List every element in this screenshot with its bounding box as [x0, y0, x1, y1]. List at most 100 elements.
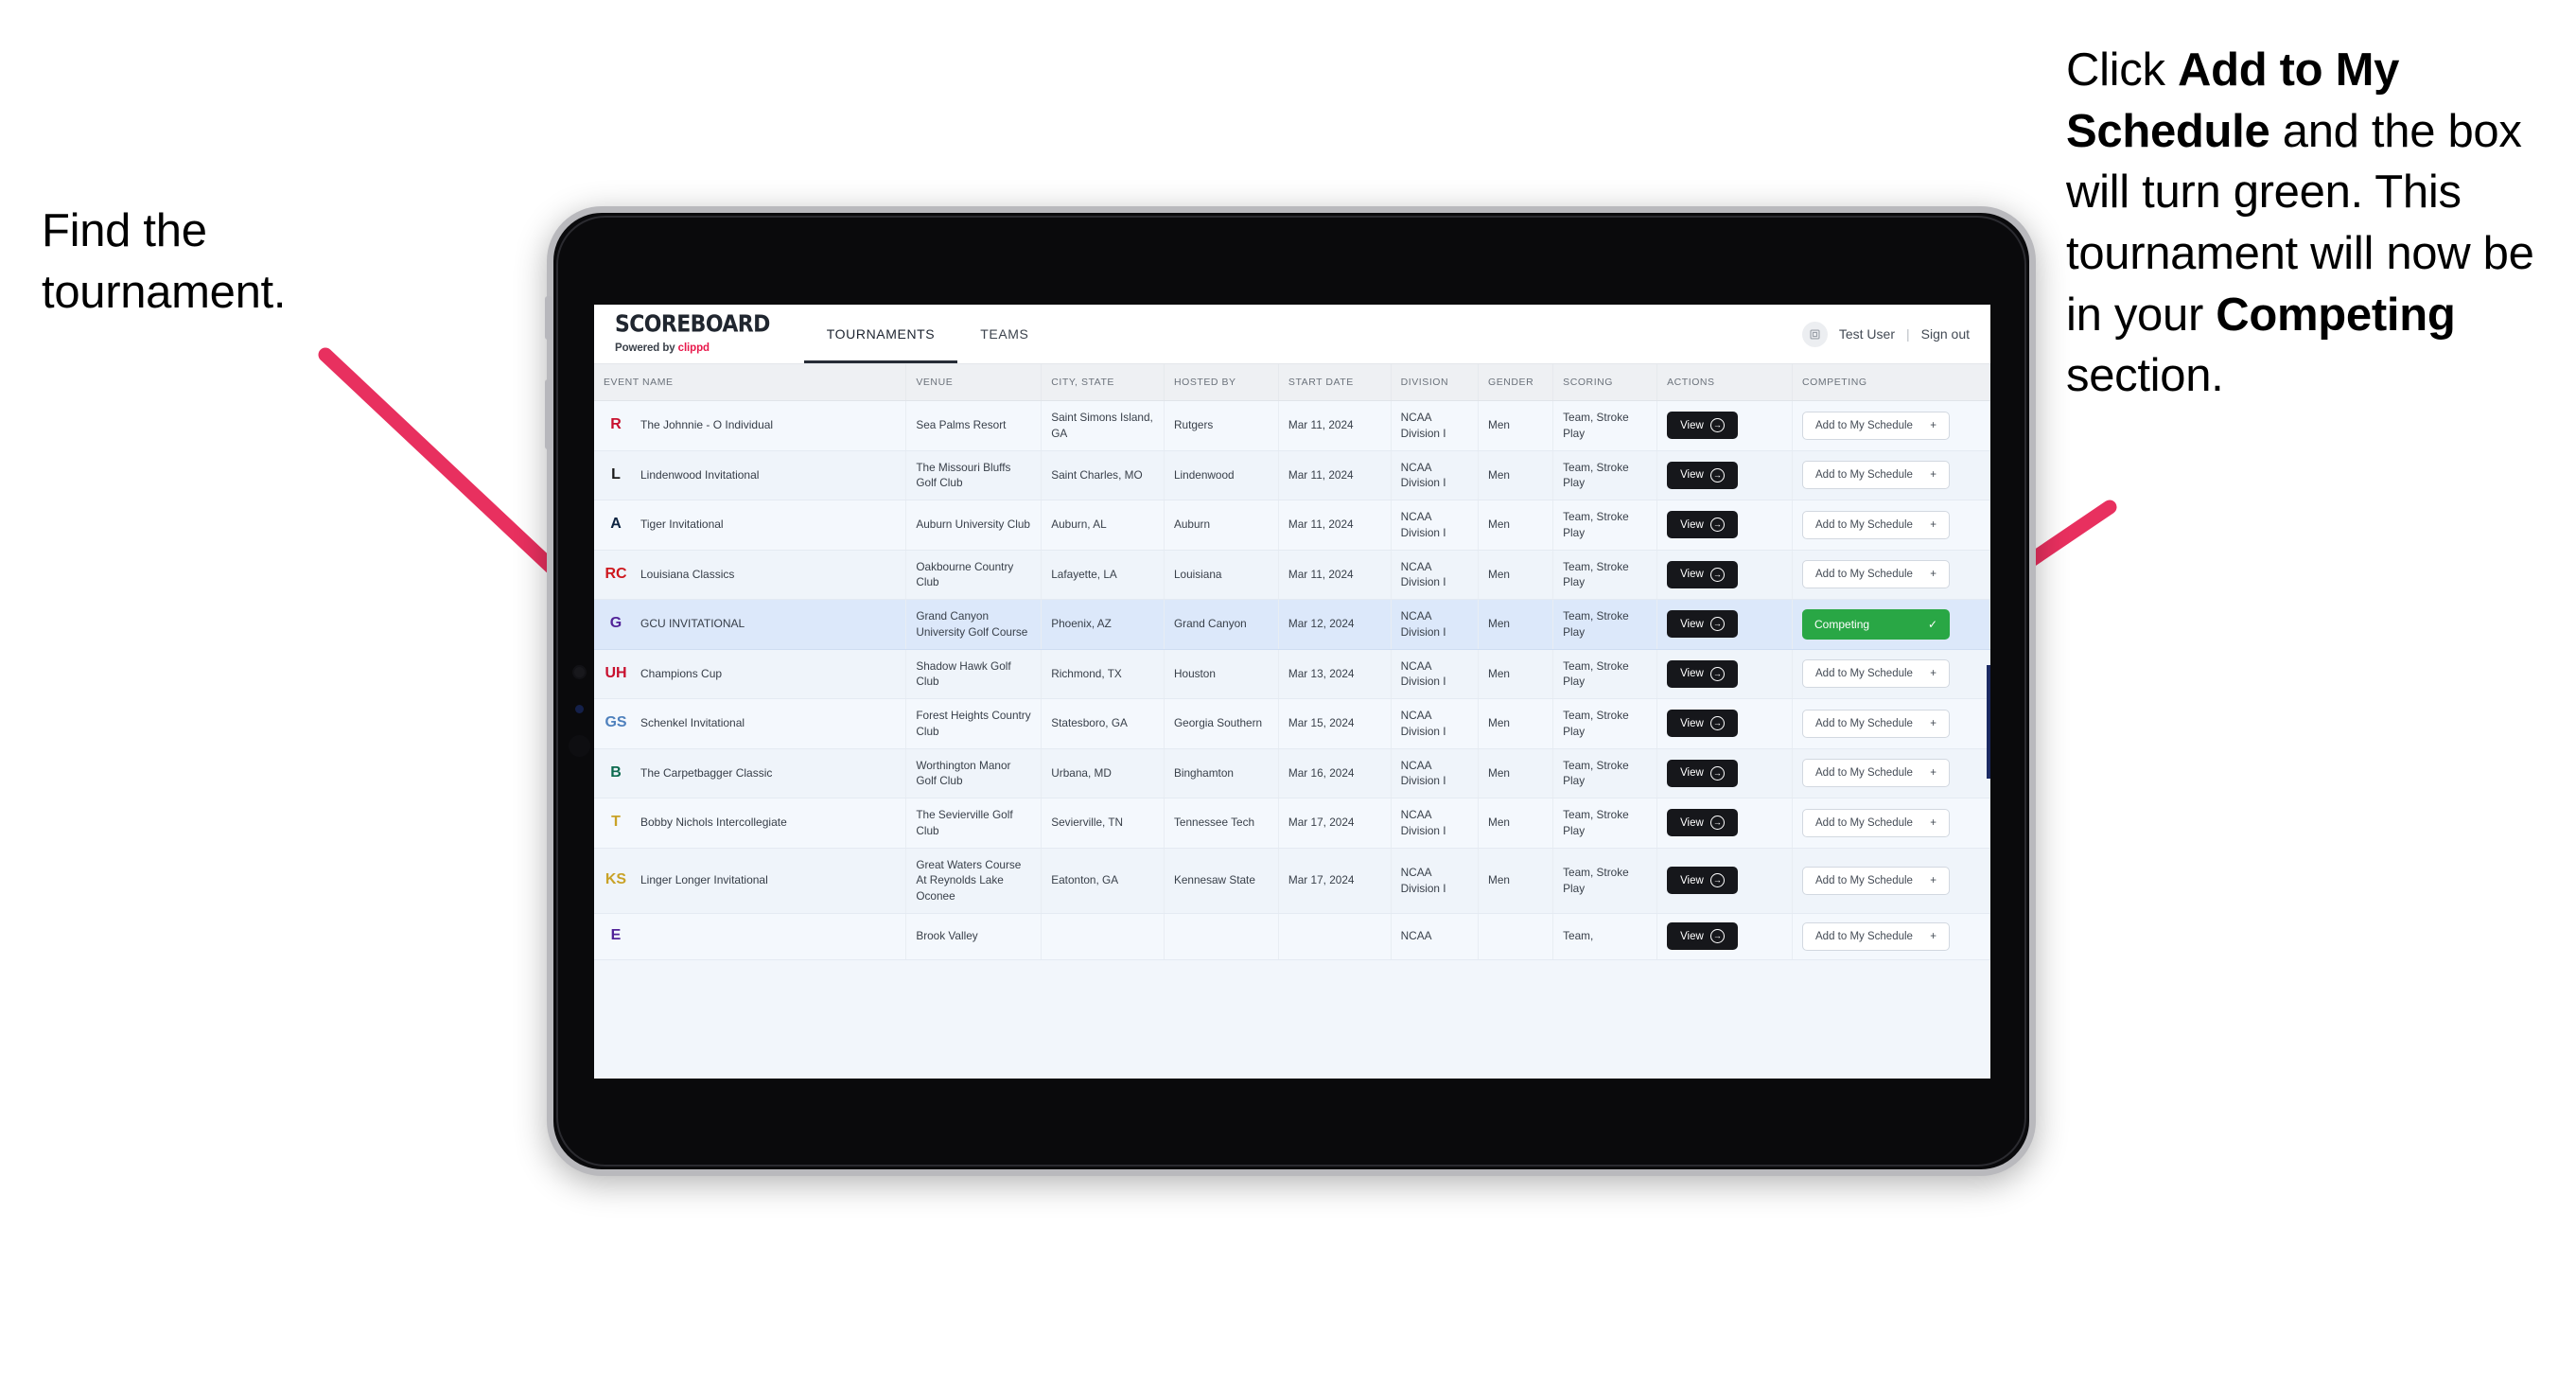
- add-to-my-schedule-button[interactable]: Add to My Schedule +: [1802, 659, 1951, 689]
- add-to-my-schedule-button[interactable]: Add to My Schedule +: [1802, 411, 1951, 440]
- column-header[interactable]: DIVISION: [1391, 364, 1480, 401]
- add-to-my-schedule-button[interactable]: Add to My Schedule +: [1802, 510, 1951, 539]
- column-header[interactable]: SCORING: [1552, 364, 1658, 401]
- view-button[interactable]: View →: [1667, 710, 1738, 738]
- view-button[interactable]: View →: [1667, 511, 1738, 539]
- clippd-brand-text: clippd: [677, 342, 710, 354]
- event-name-text: Tiger Invitational: [640, 518, 724, 532]
- table-row[interactable]: A Tiger Invitational Auburn University Clu…: [594, 500, 1990, 551]
- cell-division: NCAA Division I: [1391, 798, 1480, 849]
- cell-division: NCAA: [1391, 913, 1480, 960]
- cell-event-name: B The Carpetbagger Classic: [594, 748, 907, 798]
- tab-teams[interactable]: TEAMS: [957, 305, 1051, 363]
- table-row[interactable]: L Lindenwood Invitational The Missouri Blu…: [594, 450, 1990, 500]
- view-button[interactable]: View →: [1667, 922, 1738, 951]
- speaker-icon: [569, 735, 590, 757]
- user-avatar-icon[interactable]: [1801, 321, 1828, 347]
- cell-venue: Worthington Manor Golf Club: [905, 748, 1043, 798]
- view-button-label: View: [1680, 419, 1704, 431]
- cell-event-name: E: [594, 913, 907, 960]
- cell-gender: Men: [1478, 550, 1554, 600]
- add-to-my-schedule-button[interactable]: Add to My Schedule +: [1802, 759, 1951, 788]
- cell-scoring: Team,: [1552, 913, 1658, 960]
- add-to-my-schedule-button[interactable]: Add to My Schedule +: [1802, 709, 1951, 738]
- table-row[interactable]: E Brook Valley NCAA Team, View → Add to My Sch…: [594, 913, 1990, 960]
- competing-button[interactable]: Competing ✓: [1802, 608, 1951, 640]
- plus-icon: +: [1930, 469, 1937, 482]
- app-header: SCOREBOARD Powered by clippd TOURNAMENTS…: [594, 305, 1990, 364]
- view-button[interactable]: View →: [1667, 610, 1738, 639]
- event-name-text: GCU INVITATIONAL: [640, 617, 745, 631]
- cell-city-state: Saint Simons Island, GA: [1041, 400, 1165, 451]
- view-button[interactable]: View →: [1667, 560, 1738, 588]
- cell-scoring: Team, Stroke Play: [1552, 798, 1658, 849]
- column-header[interactable]: ACTIONS: [1656, 364, 1794, 401]
- column-header[interactable]: GENDER: [1478, 364, 1554, 401]
- add-to-my-schedule-button[interactable]: Add to My Schedule +: [1802, 461, 1951, 490]
- cell-hosted-by: Louisiana: [1164, 550, 1279, 600]
- cell-scoring: Team, Stroke Play: [1552, 500, 1658, 551]
- cell-city-state: Auburn, AL: [1041, 500, 1165, 551]
- column-header[interactable]: VENUE: [905, 364, 1043, 401]
- tab-tournaments[interactable]: TOURNAMENTS: [803, 305, 958, 363]
- table-row[interactable]: GS Schenkel Invitational Forest Heights Co…: [594, 698, 1990, 749]
- tablet-device-frame: SCOREBOARD Powered by clippd TOURNAMENTS…: [545, 206, 2036, 1176]
- front-camera-icon: [574, 667, 585, 677]
- cell-division: NCAA Division I: [1391, 748, 1480, 798]
- cell-division: NCAA Division I: [1391, 400, 1480, 451]
- vertical-scrollbar[interactable]: [1987, 665, 1990, 779]
- team-logo-icon: R: [610, 416, 622, 433]
- view-button[interactable]: View →: [1667, 759, 1738, 787]
- cell-competing: Competing ✓: [1792, 599, 1990, 650]
- plus-icon: +: [1930, 569, 1937, 581]
- column-header[interactable]: COMPETING: [1792, 364, 1990, 401]
- plus-icon: +: [1930, 518, 1937, 531]
- view-button[interactable]: View →: [1667, 867, 1738, 895]
- column-header[interactable]: HOSTED BY: [1164, 364, 1279, 401]
- cell-event-name: GS Schenkel Invitational: [594, 698, 907, 749]
- cell-division: NCAA Division I: [1391, 450, 1480, 500]
- column-header[interactable]: START DATE: [1278, 364, 1392, 401]
- view-button[interactable]: View →: [1667, 659, 1738, 688]
- header-separator: |: [1905, 326, 1910, 342]
- table-row[interactable]: R The Johnnie - O Individual Sea Palms Res…: [594, 400, 1990, 451]
- cell-start-date: Mar 11, 2024: [1278, 400, 1392, 451]
- annotation-text: section.: [2066, 350, 2224, 402]
- nav-tabs: TOURNAMENTS TEAMS: [803, 305, 1052, 363]
- add-to-my-schedule-button[interactable]: Add to My Schedule +: [1802, 808, 1951, 837]
- cell-actions: View →: [1656, 698, 1794, 749]
- add-to-my-schedule-button[interactable]: Add to My Schedule +: [1802, 921, 1951, 951]
- brand-subtitle: Powered by clippd: [615, 342, 770, 354]
- arrow-right-circle-icon: →: [1709, 873, 1725, 888]
- add-to-my-schedule-button[interactable]: Add to My Schedule +: [1802, 560, 1951, 589]
- table-row[interactable]: G GCU INVITATIONAL Grand Canyon University…: [594, 599, 1990, 650]
- add-to-my-schedule-button[interactable]: Add to My Schedule +: [1802, 866, 1951, 895]
- table-row[interactable]: UH Champions Cup Shadow Hawk Golf Club Rich…: [594, 649, 1990, 699]
- view-button[interactable]: View →: [1667, 809, 1738, 837]
- view-button[interactable]: View →: [1667, 412, 1738, 440]
- event-name-text: Linger Longer Invitational: [640, 873, 768, 887]
- volume-button[interactable]: [545, 379, 552, 449]
- sign-out-link[interactable]: Sign out: [1921, 326, 1970, 342]
- view-button-label: View: [1680, 717, 1704, 729]
- table-row[interactable]: RC Louisiana Classics Oakbourne Country Cl…: [594, 550, 1990, 600]
- column-header[interactable]: CITY, STATE: [1041, 364, 1165, 401]
- arrow-right-circle-icon: →: [1709, 518, 1725, 533]
- event-name-text: Lindenwood Invitational: [640, 467, 760, 482]
- cell-venue: Oakbourne Country Club: [905, 550, 1043, 600]
- table-row[interactable]: KS Linger Longer Invitational Great Waters…: [594, 848, 1990, 914]
- annotation-text: Click: [2066, 44, 2178, 96]
- power-button[interactable]: [545, 296, 552, 340]
- arrow-right-circle-icon: →: [1709, 929, 1725, 944]
- cell-hosted-by: Georgia Southern: [1164, 698, 1279, 749]
- cell-competing: Add to My Schedule +: [1792, 500, 1990, 551]
- plus-icon: +: [1930, 419, 1937, 431]
- cell-venue: Auburn University Club: [905, 500, 1043, 551]
- table-row[interactable]: T Bobby Nichols Intercollegiate The Sevier…: [594, 798, 1990, 849]
- view-button[interactable]: View →: [1667, 461, 1738, 489]
- brand-logo[interactable]: SCOREBOARD Powered by clippd: [594, 305, 789, 363]
- annotation-right: Click Add to My Schedule and the box wil…: [2066, 40, 2567, 407]
- column-header[interactable]: EVENT NAME: [594, 364, 907, 401]
- table-row[interactable]: B The Carpetbagger Classic Worthington Man…: [594, 748, 1990, 798]
- tournaments-table-container[interactable]: EVENT NAME VENUE CITY, STATE HOSTED BY START…: [594, 364, 1990, 1079]
